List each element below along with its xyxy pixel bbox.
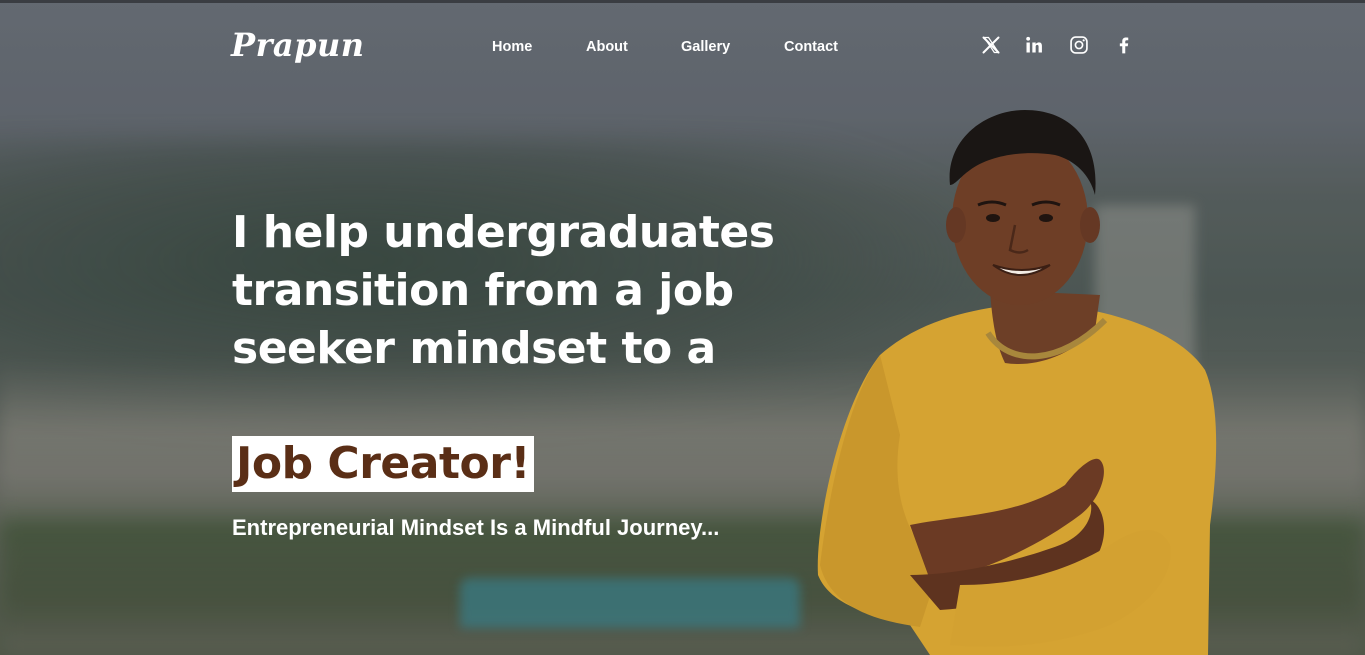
hero-highlight: Job Creator! [232,436,534,492]
hero-tagline: Entrepreneurial Mindset Is a Mindful Jou… [232,515,720,540]
facebook-icon[interactable] [1112,33,1136,57]
portrait-photo [817,110,1217,655]
nav-gallery-link[interactable]: Gallery [681,39,730,55]
instagram-icon[interactable] [1067,33,1091,57]
nav-contact-link[interactable]: Contact [784,39,838,55]
top-border [0,0,1365,3]
brand-logo[interactable]: Prapun [231,26,365,64]
nav-about-link[interactable]: About [586,39,628,55]
hero-headline: I help undergraduates transition from a … [232,207,775,374]
x-twitter-icon[interactable] [979,33,1003,57]
nav-home-link[interactable]: Home [492,39,532,55]
linkedin-icon[interactable] [1022,33,1046,57]
